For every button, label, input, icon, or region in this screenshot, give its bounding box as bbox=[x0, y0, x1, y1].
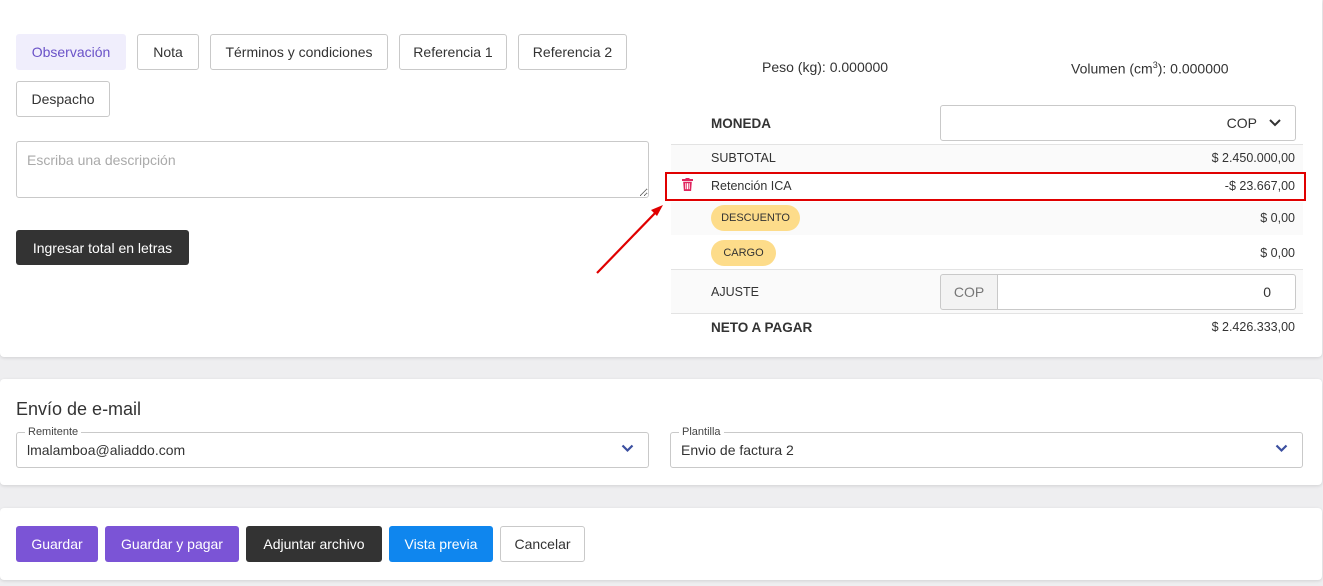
tab-terminos[interactable]: Términos y condiciones bbox=[210, 34, 388, 70]
neto-value: $ 2.426.333,00 bbox=[1211, 320, 1295, 334]
invoice-footer-card: Observación Nota Términos y condiciones … bbox=[0, 0, 1322, 357]
ajuste-currency: COP bbox=[940, 274, 998, 310]
moneda-select[interactable]: COP bbox=[940, 105, 1296, 141]
neto-label: NETO A PAGAR bbox=[711, 320, 813, 335]
chevron-down-icon bbox=[1275, 444, 1288, 453]
descuento-value: $ 0,00 bbox=[1260, 211, 1295, 225]
remitente-select[interactable]: Remitente lmalamboa@aliaddo.com bbox=[16, 425, 649, 468]
volumen-prefix: Volumen (cm bbox=[1071, 60, 1153, 77]
guardar-pagar-button[interactable]: Guardar y pagar bbox=[105, 526, 239, 562]
subtotal-label: SUBTOTAL bbox=[711, 151, 776, 165]
volumen-label: Volumen (cm3): 0.000000 bbox=[1071, 60, 1229, 77]
plantilla-select[interactable]: Plantilla Envio de factura 2 bbox=[670, 425, 1303, 468]
vista-previa-button[interactable]: Vista previa bbox=[389, 526, 493, 562]
plantilla-label: Plantilla bbox=[679, 425, 724, 439]
cargo-value: $ 0,00 bbox=[1260, 246, 1295, 260]
actions-card: Guardar Guardar y pagar Adjuntar archivo… bbox=[0, 508, 1322, 580]
chevron-down-icon bbox=[1269, 119, 1281, 127]
remitente-value: lmalamboa@aliaddo.com bbox=[27, 442, 186, 458]
adjuntar-button[interactable]: Adjuntar archivo bbox=[246, 526, 382, 562]
retencion-value: -$ 23.667,00 bbox=[1224, 179, 1295, 193]
tab-observacion[interactable]: Observación bbox=[16, 34, 126, 70]
volumen-suffix: ): 0.000000 bbox=[1157, 60, 1229, 77]
total-letras-button[interactable]: Ingresar total en letras bbox=[16, 230, 189, 265]
retencion-label: Retención ICA bbox=[711, 179, 792, 193]
tab-despacho[interactable]: Despacho bbox=[16, 81, 110, 117]
ajuste-input[interactable] bbox=[997, 274, 1296, 310]
descuento-badge[interactable]: DESCUENTO bbox=[711, 205, 800, 231]
tab-referencia-2[interactable]: Referencia 2 bbox=[518, 34, 627, 70]
ajuste-label: AJUSTE bbox=[711, 285, 759, 299]
guardar-button[interactable]: Guardar bbox=[16, 526, 98, 562]
email-card: Envío de e-mail Remitente lmalamboa@alia… bbox=[0, 379, 1322, 485]
remitente-label: Remitente bbox=[25, 425, 82, 439]
annotation-arrow bbox=[596, 205, 663, 274]
trash-icon[interactable] bbox=[682, 178, 693, 191]
description-input[interactable] bbox=[16, 141, 649, 198]
divider bbox=[671, 313, 1303, 314]
tab-referencia-1[interactable]: Referencia 1 bbox=[399, 34, 507, 70]
moneda-label: MONEDA bbox=[711, 116, 771, 131]
moneda-value: COP bbox=[1226, 115, 1257, 131]
subtotal-value: $ 2.450.000,00 bbox=[1211, 151, 1295, 165]
plantilla-value: Envio de factura 2 bbox=[681, 442, 794, 458]
tab-nota[interactable]: Nota bbox=[137, 34, 199, 70]
cancelar-button[interactable]: Cancelar bbox=[500, 526, 585, 562]
peso-label: Peso (kg): 0.000000 bbox=[762, 59, 889, 75]
chevron-down-icon bbox=[621, 444, 634, 453]
cargo-badge[interactable]: CARGO bbox=[711, 240, 776, 266]
email-section-title: Envío de e-mail bbox=[16, 399, 142, 419]
